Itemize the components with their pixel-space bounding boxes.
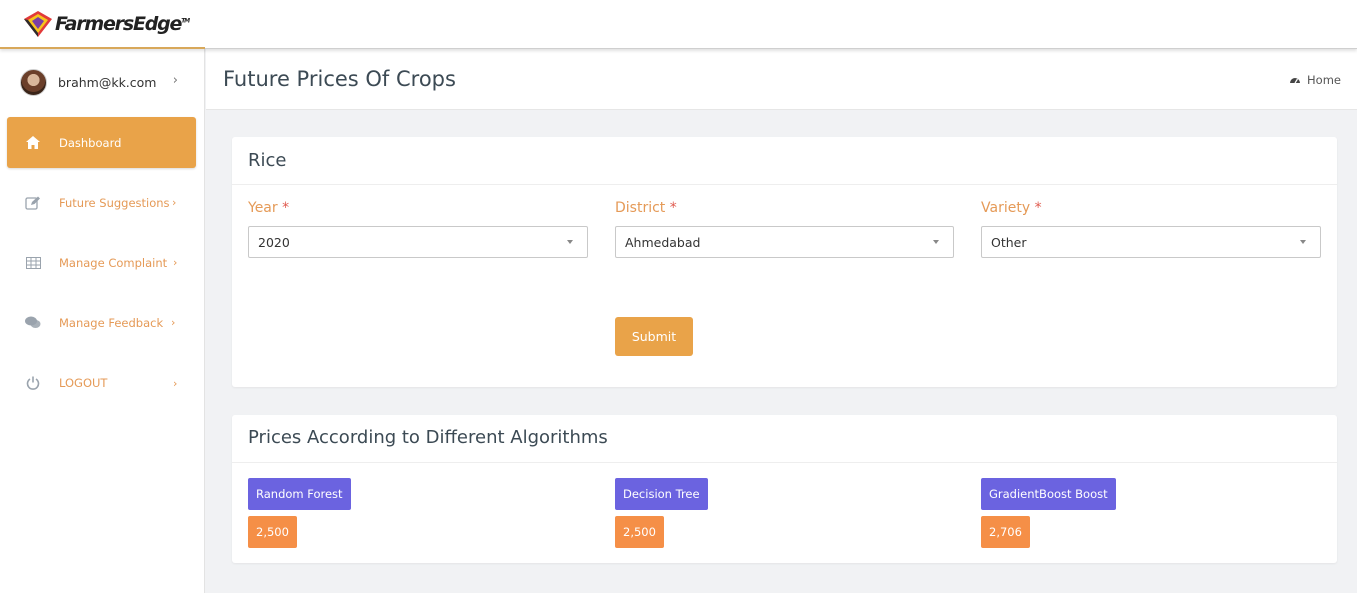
- card-title: Rice: [248, 150, 287, 171]
- year-label: Year *: [248, 200, 290, 216]
- card-title: Prices According to Different Algorithms: [248, 427, 608, 448]
- crop-form-card: Rice Year * 2020 District * Ahmedabad Va…: [232, 137, 1337, 387]
- year-select[interactable]: 2020: [248, 226, 588, 258]
- variety-label: Variety *: [981, 200, 1042, 216]
- brand-logo[interactable]: FarmersEdgeTM: [0, 0, 205, 49]
- sidebar-item-manage-feedback[interactable]: Manage Feedback ›: [7, 297, 196, 348]
- sidebar-item-label: Future Suggestions: [59, 195, 170, 210]
- price-badge-decision-tree: 2,500: [615, 516, 664, 548]
- dashboard-icon: [1290, 78, 1301, 84]
- page-title: Future Prices Of Crops: [223, 67, 456, 91]
- divider: [232, 184, 1337, 185]
- edit-icon: [24, 194, 42, 212]
- sidebar-item-label: LOGOUT: [59, 375, 108, 390]
- sidebar-item-manage-complaint[interactable]: Manage Complaint ›: [7, 237, 196, 288]
- variety-select[interactable]: Other: [981, 226, 1321, 258]
- content-header: Future Prices Of Crops Home: [206, 49, 1357, 110]
- year-select-value: 2020: [258, 234, 290, 250]
- algorithm-label-random-forest: Random Forest: [248, 478, 351, 510]
- comments-icon: [24, 314, 42, 332]
- farmersedge-logo-icon: [24, 10, 52, 37]
- breadcrumb-home[interactable]: Home: [1307, 73, 1341, 87]
- sidebar: brahm@kk.com › Dashboard Future Suggesti…: [0, 49, 205, 593]
- top-navbar: FarmersEdgeTM: [0, 0, 1357, 49]
- algorithm-label-gradient-boost: GradientBoost Boost: [981, 478, 1116, 510]
- chevron-right-icon: ›: [173, 256, 178, 269]
- caret-down-icon: [933, 240, 939, 244]
- caret-down-icon: [567, 240, 573, 244]
- breadcrumb[interactable]: Home: [1289, 73, 1341, 87]
- algorithm-label-decision-tree: Decision Tree: [615, 478, 708, 510]
- price-badge-random-forest: 2,500: [248, 516, 297, 548]
- caret-down-icon: [1300, 240, 1306, 244]
- sidebar-item-logout[interactable]: LOGOUT ›: [7, 357, 196, 408]
- sidebar-item-label: Manage Complaint: [59, 255, 168, 270]
- chevron-right-icon: ›: [172, 73, 178, 88]
- chevron-right-icon: ›: [172, 196, 177, 209]
- district-label: District *: [615, 200, 677, 216]
- district-select-value: Ahmedabad: [625, 234, 701, 250]
- chevron-right-icon: ›: [171, 316, 176, 329]
- sidebar-item-future-suggestions[interactable]: Future Suggestions ›: [7, 177, 196, 228]
- chevron-right-icon: ›: [173, 377, 178, 390]
- submit-button[interactable]: Submit: [615, 317, 693, 356]
- home-icon: [24, 134, 42, 152]
- sidebar-item-label: Dashboard: [59, 135, 122, 150]
- user-panel[interactable]: brahm@kk.com ›: [20, 68, 190, 96]
- sidebar-item-dashboard[interactable]: Dashboard: [7, 117, 196, 168]
- variety-select-value: Other: [991, 234, 1027, 250]
- table-icon: [24, 254, 42, 272]
- divider: [232, 462, 1337, 463]
- district-select[interactable]: Ahmedabad: [615, 226, 954, 258]
- price-badge-gradient-boost: 2,706: [981, 516, 1030, 548]
- power-icon: [24, 374, 42, 392]
- sidebar-item-label: Manage Feedback: [59, 315, 164, 330]
- brand-name: FarmersEdgeTM: [55, 12, 190, 35]
- user-email: brahm@kk.com: [58, 74, 157, 90]
- results-card: Prices According to Different Algorithms…: [232, 415, 1337, 563]
- avatar: [20, 68, 47, 96]
